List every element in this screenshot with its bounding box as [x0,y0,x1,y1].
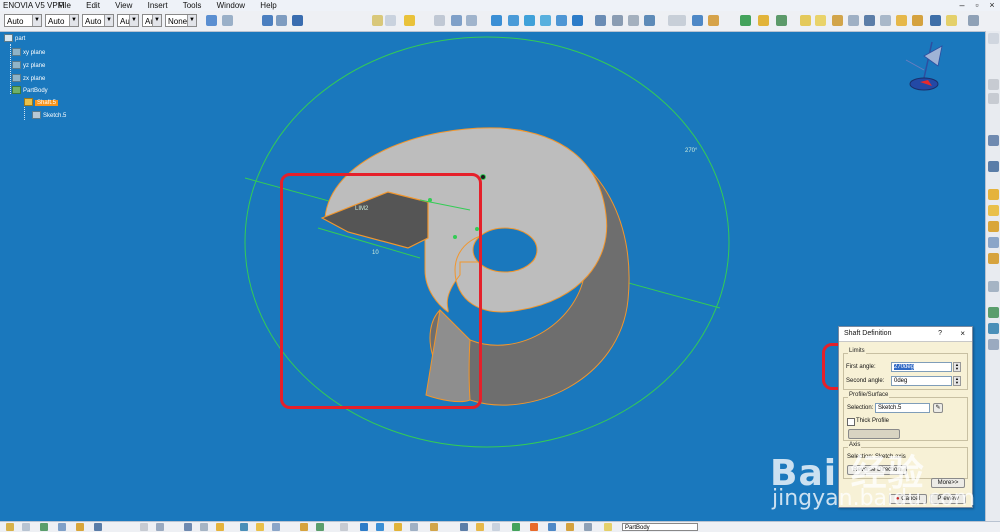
sketch-icon [32,111,41,120]
tool-icon[interactable] [492,523,500,531]
tool-icon[interactable] [156,523,164,531]
tree-item-zx-plane[interactable]: zx plane [12,74,45,85]
thick-profile-checkbox[interactable] [847,418,855,426]
part-icon [4,34,13,43]
tool-icon[interactable] [272,523,280,531]
preview-button[interactable]: Preview [930,494,966,504]
more-button[interactable]: More>> [931,478,965,488]
pocket-icon[interactable] [988,221,999,232]
select-arrow-icon[interactable] [988,135,999,146]
selection-label: Selection: [847,405,874,411]
tool-icon[interactable] [476,523,484,531]
shaft-icon[interactable] [988,205,999,216]
tree-item-yz-plane[interactable]: yz plane [12,61,45,72]
sketch-edit-icon[interactable]: ✎ [933,403,943,413]
axis-selection-label: Selection: Sketch.axis [847,454,906,460]
close-icon[interactable]: × [960,327,965,341]
tool-icon[interactable] [604,523,612,531]
shell-icon[interactable] [988,323,999,334]
tool-icon[interactable] [360,523,368,531]
limits-label: Limits [848,348,866,354]
formula-icon[interactable] [140,523,148,531]
tool-icon[interactable] [584,523,592,531]
tool-icon[interactable] [316,523,324,531]
first-angle-input[interactable]: 270deg [891,362,952,372]
sketch-plane-icon[interactable] [988,161,999,172]
tool-icon[interactable] [566,523,574,531]
bottom-toolbar: PartBody [0,521,1000,532]
profile-label: Profile/Surface [848,392,890,398]
ruler-icon[interactable] [988,93,999,104]
body-selector-combo[interactable]: PartBody [622,523,698,531]
tool-icon[interactable] [460,523,468,531]
right-toolbar [985,31,1000,521]
compass-icon[interactable] [898,36,948,98]
ruler-icon[interactable] [988,79,999,90]
first-angle-spinner[interactable]: ▲ ▼ [953,362,961,372]
cancel-icon: ● [896,496,900,502]
angle-label: 270° [685,148,698,154]
tool-icon[interactable] [240,523,248,531]
tool-icon[interactable] [184,523,192,531]
tool-icon[interactable] [300,523,308,531]
profile-selection-field[interactable]: Sketch.5 [875,403,930,413]
shaft-definition-dialog: Shaft Definition ? × Limits First angle:… [838,326,973,508]
first-angle-label: First angle: [846,364,876,370]
help-icon[interactable]: ? [938,327,942,341]
pad-icon[interactable] [988,189,999,200]
shaft-inner-hole [472,227,538,273]
tree-connector [10,44,11,94]
draft-icon[interactable] [988,307,999,318]
thick-profile-label: Thick Profile [856,418,890,424]
dialog-title: Shaft Definition [844,330,892,337]
axis-label: Axis [848,442,862,448]
tool-icon[interactable] [76,523,84,531]
highlight-box-preview [280,173,482,409]
plane-icon [12,74,21,83]
cancel-button[interactable]: ● Cancel [889,494,927,504]
tool-icon[interactable] [394,523,402,531]
tool-icon[interactable] [58,523,66,531]
second-angle-label: Second angle: [846,378,885,384]
tool-icon[interactable] [530,523,538,531]
tree-item-part[interactable]: part [4,34,25,45]
second-angle-spinner[interactable]: ▲ ▼ [953,376,961,386]
second-angle-input[interactable]: 0deg [891,376,952,386]
fillet-icon[interactable] [988,281,999,292]
tool-icon[interactable] [216,523,224,531]
tool-icon[interactable] [94,523,102,531]
tool-icon[interactable] [22,523,30,531]
tree-item-partbody[interactable]: PartBody [12,86,48,97]
shaft-icon [24,98,33,107]
tool-icon[interactable] [410,523,418,531]
tool-icon[interactable] [512,523,520,531]
hole-icon[interactable] [988,253,999,264]
body-icon [12,86,21,95]
tool-icon[interactable] [6,523,14,531]
tree-item-shaft[interactable]: Shaft.5 [24,98,59,109]
tool-icon[interactable] [40,523,48,531]
tree-item-sketch[interactable]: Sketch.5 [32,111,66,122]
tree-item-xy-plane[interactable]: xy plane [12,48,45,59]
groove-icon[interactable] [988,237,999,248]
plane-icon [12,48,21,57]
tool-icon[interactable] [430,523,438,531]
plane-icon [12,61,21,70]
tool-icon[interactable] [340,523,348,531]
tool-icon[interactable] [200,523,208,531]
tool-icon[interactable] [548,523,556,531]
dialog-title-bar: Shaft Definition ? × [839,327,972,342]
toolbar-handle-icon[interactable] [988,33,999,44]
tool-icon[interactable] [256,523,264,531]
reverse-direction-button[interactable]: Reverse Direction [847,465,907,475]
thickness-icon[interactable] [988,339,999,350]
reverse-side-button[interactable] [848,429,900,439]
tool-icon[interactable] [376,523,384,531]
